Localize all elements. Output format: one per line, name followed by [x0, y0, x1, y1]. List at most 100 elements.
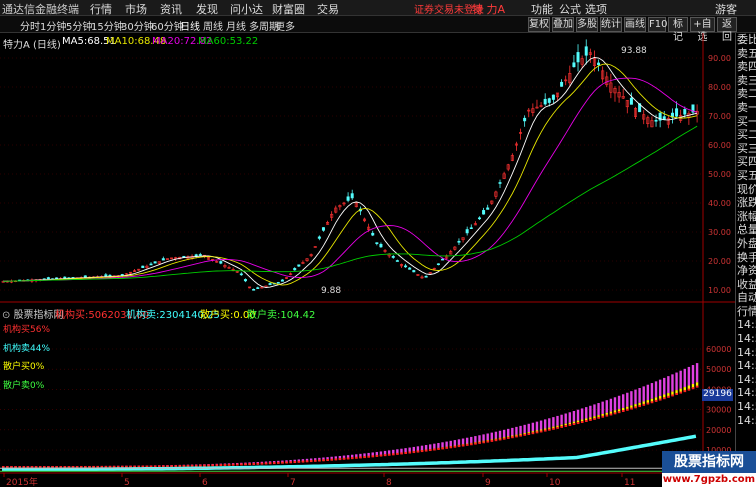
inst-buy-bar	[531, 422, 535, 432]
quote-panel-item: 卖三	[737, 73, 756, 87]
inst-buy-bar	[449, 440, 452, 447]
candle-body	[63, 276, 67, 279]
candle-body	[104, 274, 108, 277]
inst-buy-bar	[346, 455, 350, 458]
candle-body	[683, 109, 687, 115]
side-retail-sell: 散户卖0%	[3, 381, 45, 391]
inst-buy-bar	[548, 418, 551, 428]
inst-buy-bar	[511, 427, 514, 436]
quote-panel-item: 14:5	[737, 332, 756, 346]
inst-buy-bar	[535, 421, 539, 431]
inst-buy-bar	[683, 368, 686, 388]
inst-buy-bar	[564, 413, 567, 424]
y-tick-label: 10.00	[708, 286, 731, 295]
inst-buy-bar	[638, 388, 641, 403]
inst-buy-bar	[371, 452, 374, 456]
x-tick-label: 2015年	[6, 476, 38, 487]
inst-buy-bar	[576, 409, 580, 421]
inst-buy-bar	[396, 449, 399, 454]
side-retail-buy: 散户买0%	[3, 362, 45, 372]
inst-sell-line	[2, 434, 697, 472]
candle-body	[395, 260, 399, 262]
inst-buy-bar	[609, 398, 613, 412]
candle-body	[268, 283, 272, 286]
candle-body	[441, 258, 445, 261]
indicator-series	[0, 363, 703, 472]
inst-buy-bar	[429, 444, 432, 450]
x-tick-label: 11	[624, 478, 635, 487]
y-tick-label: 90.00	[708, 54, 731, 63]
inst-buy-bar	[474, 436, 477, 443]
quote-panel-item: 14:5	[737, 372, 756, 386]
inst-buy-bar	[379, 451, 383, 455]
candle-body	[629, 97, 633, 105]
low-mark: 9.88	[321, 286, 342, 296]
inst-buy-bar	[675, 372, 678, 391]
side-inst-buy: 机构买56%	[3, 325, 51, 335]
quote-panel: 委比 卖五 卖四 卖三 卖二 卖一 买一 买二 买三 买四 买五 现价 涨跌 涨幅 总量 外盘 换手 净资 收益 自动…	[735, 33, 756, 473]
side-inst-sell: 机构卖44%	[3, 344, 51, 354]
quote-panel-item: 外盘	[737, 236, 756, 250]
inst-buy-bar	[502, 429, 506, 438]
kline-chart[interactable]: 90.00 80.00 70.00 60.00 50.00 40.00 30.00 20.00…	[0, 0, 756, 487]
inst-buy-bar	[523, 424, 526, 434]
inst-buy-bar	[416, 446, 420, 451]
candle-body	[239, 273, 243, 276]
inst-buy-bar	[441, 442, 444, 448]
inst-buy-bar	[572, 411, 576, 422]
candle-body	[465, 229, 469, 234]
candle-body	[371, 232, 375, 236]
inst-buy-bar	[367, 452, 370, 457]
inst-buy-bar	[363, 453, 366, 457]
candle-body	[654, 119, 658, 122]
inst-buy-bar	[420, 445, 424, 451]
quote-panel-item: 买一	[737, 114, 756, 128]
candle-body	[597, 62, 601, 66]
inst-buy-bar	[515, 426, 518, 435]
inst-buy-bar	[593, 404, 596, 417]
candle-body	[412, 270, 416, 273]
inst-buy-bar	[585, 407, 588, 419]
quote-panel-item: 涨跌	[737, 196, 756, 210]
candle-body	[486, 207, 490, 210]
candle-body	[350, 193, 354, 199]
inst-buy-bar	[654, 381, 658, 398]
candle-body	[469, 227, 473, 230]
inst-buy-bar	[630, 391, 633, 406]
candle-body	[408, 267, 412, 270]
y-tick-label: 70.00	[708, 112, 731, 121]
candle-body	[404, 265, 408, 268]
inst-buy-bar	[539, 420, 543, 430]
inst-buy-bar	[490, 432, 493, 440]
inst-buy-bar	[671, 374, 674, 392]
inst-buy-bar	[556, 415, 559, 426]
inst-buy-bar	[642, 386, 645, 402]
inst-buy-bar	[387, 450, 391, 454]
inst-buy-bar	[355, 454, 358, 458]
candle-body	[321, 227, 325, 231]
inst-buy-bar	[601, 401, 604, 414]
inst-buy-bar	[478, 435, 481, 442]
inst-buy-bar	[613, 397, 617, 411]
inst-buy-bar	[543, 419, 547, 429]
quote-panel-item: 14:5	[737, 359, 756, 373]
inst-buy-bar	[663, 377, 666, 395]
inst-buy-bar	[461, 438, 465, 445]
inst-buy-bar	[626, 392, 629, 407]
inst-buy-bar	[412, 446, 415, 452]
candle-body	[477, 217, 481, 220]
inst-buy-bar	[634, 389, 637, 405]
inst-buy-bar	[646, 384, 650, 401]
candle-body	[293, 268, 297, 271]
quote-panel-item: 买二	[737, 128, 756, 142]
retail-sell-value: 散户卖:104.42	[247, 310, 316, 321]
watermark-url: www.7gpzb.com	[662, 473, 756, 487]
ma60-label: MA60:53.22	[198, 36, 259, 47]
inst-buy-bar	[470, 436, 473, 443]
inst-buy-bar	[621, 394, 625, 408]
inst-buy-bar	[383, 450, 387, 455]
candle-body	[161, 258, 165, 261]
inst-buy-bar	[695, 363, 699, 383]
candle-body	[436, 263, 440, 266]
candle-body	[482, 210, 486, 215]
